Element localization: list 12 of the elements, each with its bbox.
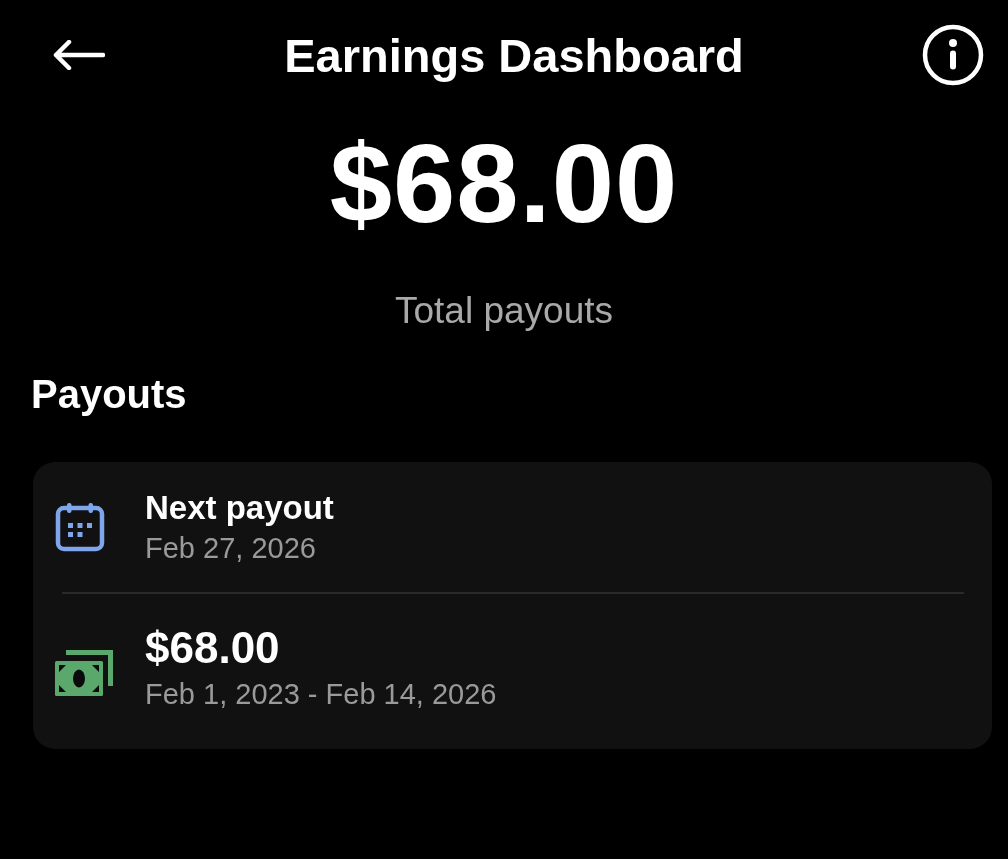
- payout-title: $68.00: [145, 626, 281, 670]
- payout-subtitle: Feb 1, 2023 - Feb 14, 2026: [145, 680, 497, 709]
- back-arrow-icon: [53, 40, 105, 70]
- payout-subtitle: Feb 27, 2026: [145, 534, 317, 563]
- info-icon: [922, 24, 984, 86]
- total-label: Total payouts: [395, 292, 613, 329]
- payout-title: Next payout: [145, 491, 334, 524]
- banknotes-icon: [55, 647, 115, 696]
- info-button[interactable]: [922, 24, 984, 86]
- total-amount: $68.00: [329, 128, 679, 240]
- calendar-icon: [55, 502, 105, 552]
- section-heading: Payouts: [31, 374, 187, 414]
